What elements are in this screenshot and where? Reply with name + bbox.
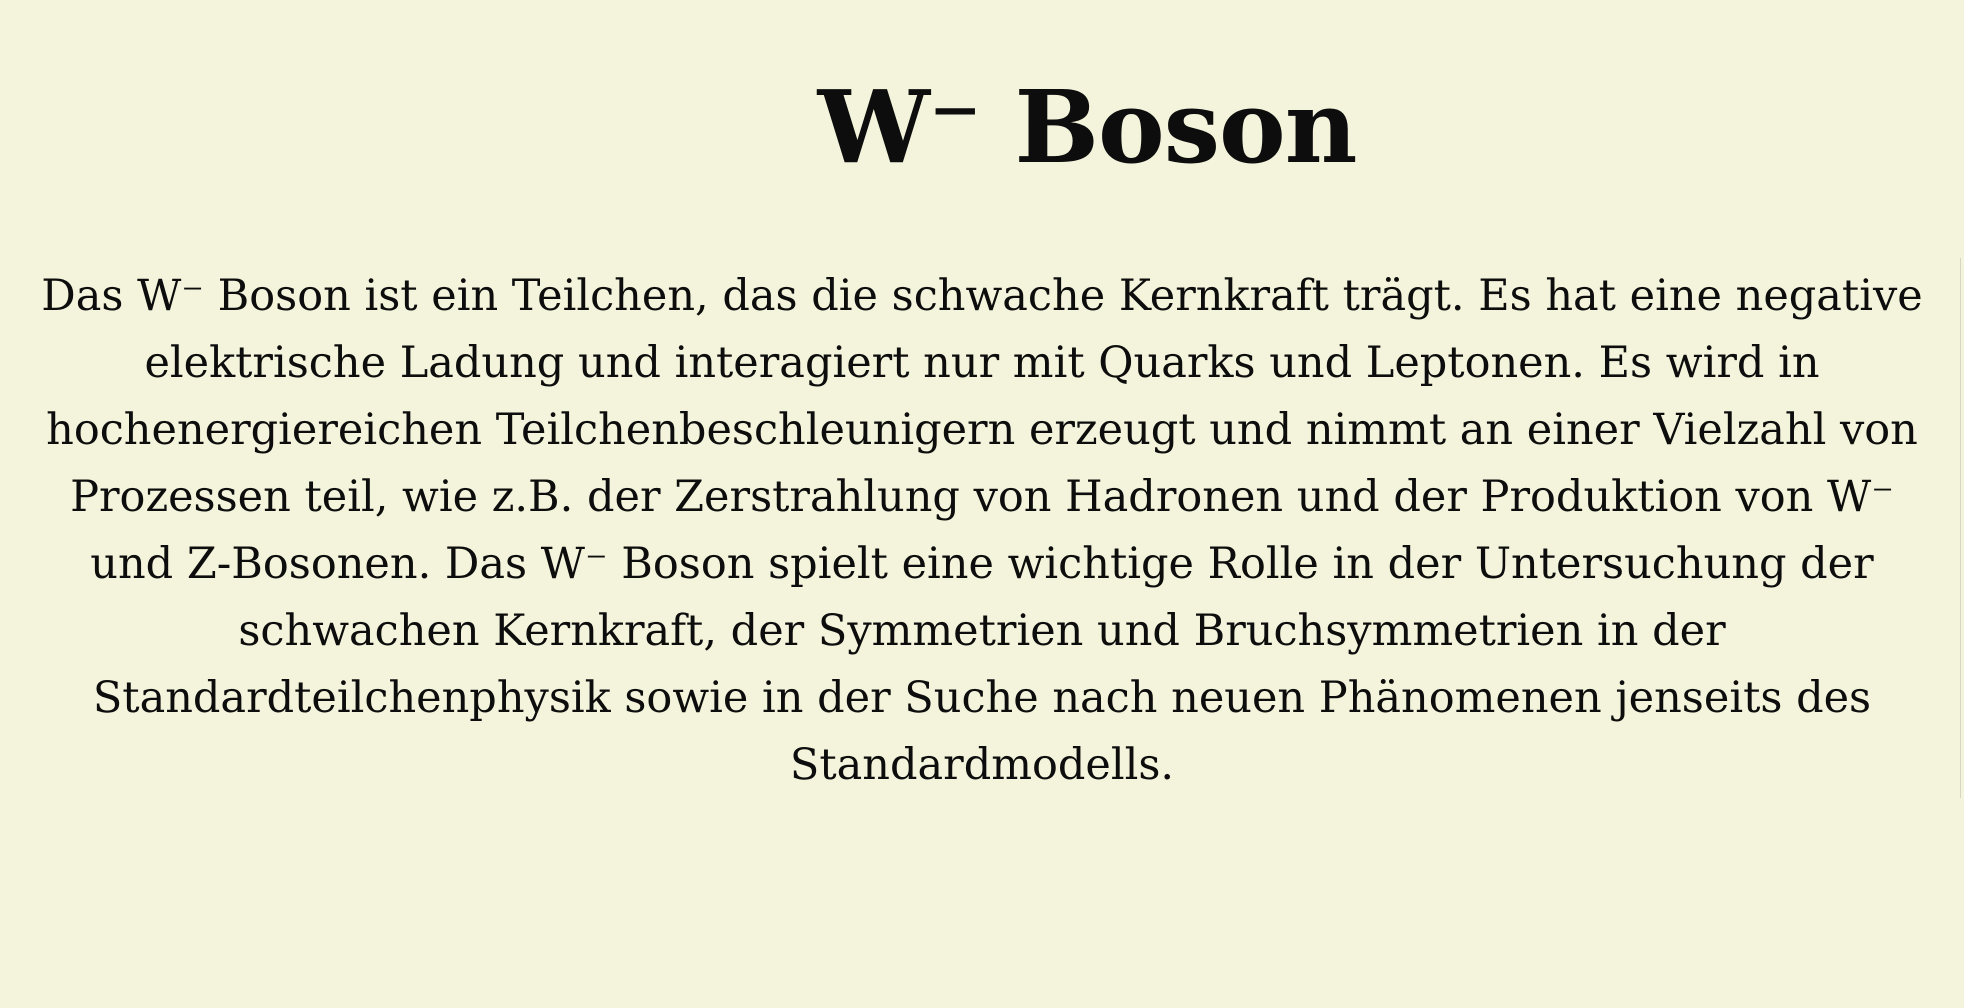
document-page: W⁻ Boson Das W⁻ Boson ist ein Teilchen, …: [0, 0, 1964, 1008]
body-paragraph: Das W⁻ Boson ist ein Teilchen, das die s…: [41, 271, 1923, 790]
page-title: W⁻ Boson: [817, 68, 1358, 186]
right-edge-divider: [1960, 258, 1961, 798]
